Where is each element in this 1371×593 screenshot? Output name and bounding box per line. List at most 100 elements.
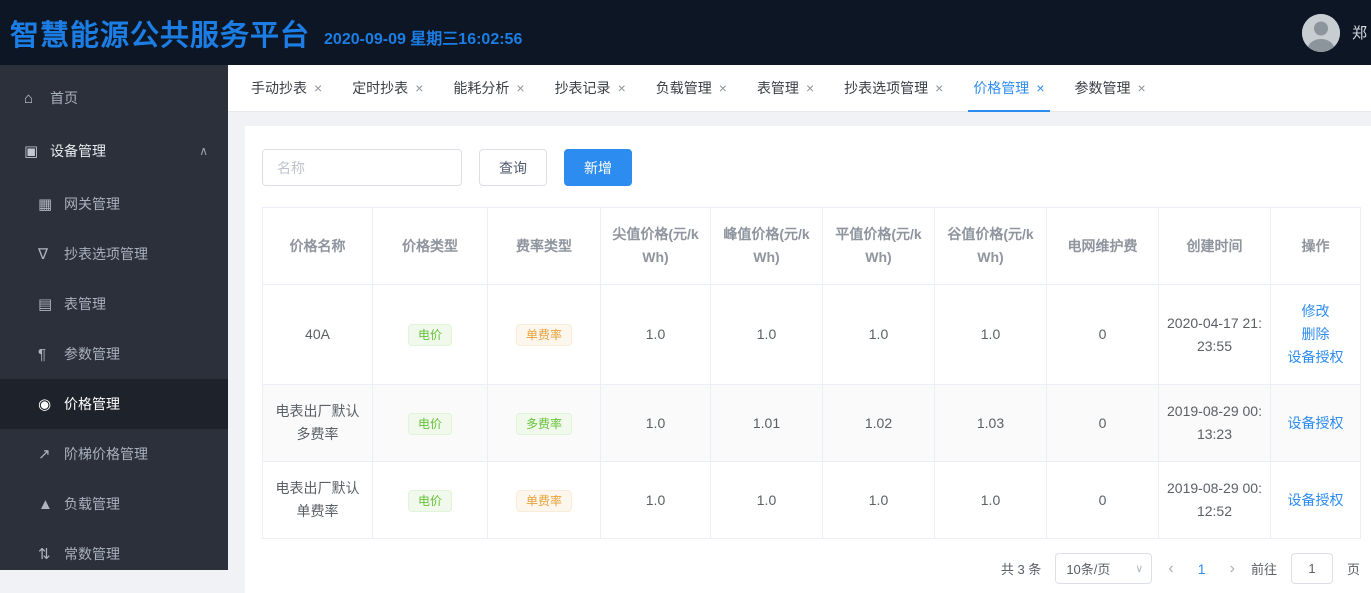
- tab-price-management[interactable]: 价格管理 ×: [958, 65, 1059, 112]
- table-header-row: 价格名称 价格类型 费率类型 尖值价格(元/kWh) 峰值价格(元/kWh) 平值价格(元…: [262, 207, 1361, 285]
- cell-sharp-price: 1.0: [600, 461, 711, 539]
- cell-flat-price: 1.0: [822, 461, 935, 539]
- close-icon[interactable]: ×: [415, 80, 423, 96]
- tab-label: 抄表选项管理: [844, 80, 929, 96]
- tab-meter-reading-records[interactable]: 抄表记录 ×: [540, 65, 641, 111]
- close-icon[interactable]: ×: [516, 80, 524, 96]
- content-area: 查询 新增 价格名称价格类型费率类型尖值价格(元/kWh)峰值价格(元/kWh)…: [228, 112, 1371, 593]
- book-icon: ▤: [38, 296, 53, 313]
- rate-type-tag: 多费率: [515, 412, 572, 435]
- sidebar-item-tiered-price-management[interactable]: ↗ 阶梯价格管理: [0, 429, 228, 479]
- close-icon[interactable]: ×: [618, 80, 626, 96]
- content-card: 查询 新增 价格名称价格类型费率类型尖值价格(元/kWh)峰值价格(元/kWh)…: [245, 126, 1371, 593]
- trend-chart-icon: ↗: [38, 446, 51, 463]
- name-search-input[interactable]: [262, 149, 462, 186]
- tab-label: 负载管理: [655, 80, 712, 96]
- close-icon[interactable]: ×: [806, 80, 814, 96]
- price-type-tag: 电价: [407, 324, 452, 346]
- column-header-created-time: 创建时间: [1158, 207, 1271, 285]
- action-device-authorize[interactable]: 设备授权: [1288, 346, 1344, 369]
- user-avatar[interactable]: [1301, 13, 1340, 52]
- sidebar-item-label: 首页: [50, 90, 78, 106]
- tab-meter-management[interactable]: 表管理 ×: [742, 65, 829, 111]
- sidebar-item-constant-management[interactable]: ⇅ 常数管理: [0, 529, 228, 570]
- sidebar-item-gateway-management[interactable]: ▦ 网关管理: [0, 179, 228, 229]
- tab-parameter-management[interactable]: 参数管理 ×: [1060, 65, 1161, 111]
- rate-type-tag: 单费率: [515, 489, 572, 512]
- sidebar-item-label: 阶梯价格管理: [64, 446, 148, 462]
- add-button[interactable]: 新增: [564, 149, 632, 186]
- action-device-authorize[interactable]: 设备授权: [1288, 412, 1344, 435]
- sidebar-item-label: 表管理: [64, 296, 106, 312]
- sidebar: ⌂ 首页 ▣ 设备管理 ∧ ▦ 网关管理 ∇ 抄表选项管理 ▤ 表管理 ¶ 参数管理 ◉ 价格管理 ↗ 阶梯价格…: [0, 65, 228, 570]
- cell-actions: 设备授权: [1270, 461, 1361, 539]
- column-header-price-type: 价格类型: [372, 207, 488, 285]
- cell-rate-type: 多费率: [487, 384, 601, 462]
- close-icon[interactable]: ×: [935, 80, 943, 96]
- user-area: 郑: [1301, 0, 1367, 65]
- column-header-grid-maintenance-fee: 电网维护费: [1046, 207, 1159, 285]
- sidebar-item-price-management[interactable]: ◉ 价格管理: [0, 379, 228, 429]
- action-edit[interactable]: 修改: [1302, 300, 1330, 323]
- query-button[interactable]: 查询: [479, 149, 547, 186]
- main-area: 手动抄表 × 定时抄表 × 能耗分析 × 抄表记录 × 负载管理 × 表管理 × 抄表选项管理 × 价格管理…: [228, 65, 1371, 593]
- monitor-icon: ▣: [24, 143, 39, 160]
- action-delete[interactable]: 删除: [1302, 323, 1330, 346]
- tab-label: 定时抄表: [352, 80, 409, 96]
- tab-bar: 手动抄表 × 定时抄表 × 能耗分析 × 抄表记录 × 负载管理 × 表管理 × 抄表选项管理 × 价格管理…: [228, 65, 1371, 112]
- cell-grid-maintenance-fee: 0: [1046, 284, 1159, 385]
- cell-name: 电表出厂默认单费率: [262, 461, 373, 539]
- cell-actions: 设备授权: [1270, 384, 1361, 462]
- column-header-sharp-price: 尖值价格(元/kWh): [600, 207, 711, 285]
- sidebar-item-load-management[interactable]: ▲ 负载管理: [0, 479, 228, 529]
- cell-created-time: 2019-08-29 00:12:52: [1158, 461, 1271, 539]
- sidebar-item-home[interactable]: ⌂ 首页: [0, 73, 228, 123]
- cell-peak-price: 1.0: [710, 461, 823, 539]
- cell-rate-type: 单费率: [487, 284, 601, 385]
- column-header-rate-type: 费率类型: [487, 207, 601, 285]
- sidebar-item-meter-management[interactable]: ▤ 表管理: [0, 279, 228, 329]
- rate-type-tag: 单费率: [515, 324, 572, 346]
- cell-name: 40A: [262, 284, 373, 385]
- cell-rate-type: 单费率: [487, 461, 601, 539]
- cell-flat-price: 1.0: [822, 284, 935, 385]
- close-icon[interactable]: ×: [1138, 80, 1146, 96]
- pilcrow-icon: ¶: [38, 345, 47, 363]
- sort-icon: ⇅: [38, 546, 51, 563]
- total-count: 共 3 条: [1000, 562, 1042, 577]
- column-header-flat-price: 平值价格(元/kWh): [822, 207, 935, 285]
- prev-page-icon[interactable]: ‹: [1166, 560, 1175, 578]
- close-icon[interactable]: ×: [314, 80, 322, 96]
- page-number[interactable]: 1: [1190, 561, 1214, 577]
- cell-sharp-price: 1.0: [600, 384, 711, 462]
- close-icon[interactable]: ×: [719, 80, 727, 96]
- cell-valley-price: 1.0: [934, 284, 1047, 385]
- page-size-select[interactable]: 10条/页 ∨: [1055, 553, 1153, 584]
- sidebar-item-meter-reading-options[interactable]: ∇ 抄表选项管理: [0, 229, 228, 279]
- cell-price-type: 电价: [372, 384, 488, 462]
- tab-load-management[interactable]: 负载管理 ×: [641, 65, 742, 111]
- price-table: 价格名称 价格类型 费率类型 尖值价格(元/kWh) 峰值价格(元/kWh) 平值价格(元…: [262, 207, 1361, 539]
- table-row: 电表出厂默认多费率 电价 多费率 1.0 1.01 1.02 1.03 0 2019-08-29…: [262, 384, 1361, 462]
- sidebar-item-label: 常数管理: [64, 546, 120, 562]
- sidebar-item-label: 负载管理: [64, 496, 120, 512]
- sidebar-item-device-management[interactable]: ▣ 设备管理 ∧: [0, 123, 228, 179]
- close-icon[interactable]: ×: [1036, 80, 1044, 96]
- sidebar-item-label: 抄表选项管理: [64, 246, 148, 262]
- goto-page-input[interactable]: [1290, 553, 1333, 584]
- tab-manual-meter-reading[interactable]: 手动抄表 ×: [236, 65, 337, 111]
- cell-sharp-price: 1.0: [600, 284, 711, 385]
- column-header-actions: 操作: [1270, 207, 1361, 285]
- sidebar-item-label: 价格管理: [64, 396, 120, 412]
- column-header-peak-price: 峰值价格(元/kWh): [710, 207, 823, 285]
- next-page-icon[interactable]: ›: [1228, 560, 1237, 578]
- table-body: 40A 电价 单费率 1.0 1.0 1.0 1.0 0 2020-04-17 21:23:55…: [262, 284, 1361, 539]
- sidebar-item-parameter-management[interactable]: ¶ 参数管理: [0, 329, 228, 379]
- chevron-down-icon: ∨: [1135, 563, 1144, 575]
- tab-scheduled-meter-reading[interactable]: 定时抄表 ×: [337, 65, 438, 111]
- user-name[interactable]: 郑: [1352, 22, 1367, 43]
- tab-meter-reading-options[interactable]: 抄表选项管理 ×: [829, 65, 958, 111]
- tab-energy-analysis[interactable]: 能耗分析 ×: [438, 65, 539, 111]
- action-device-authorize[interactable]: 设备授权: [1288, 489, 1344, 512]
- tab-label: 手动抄表: [251, 80, 307, 96]
